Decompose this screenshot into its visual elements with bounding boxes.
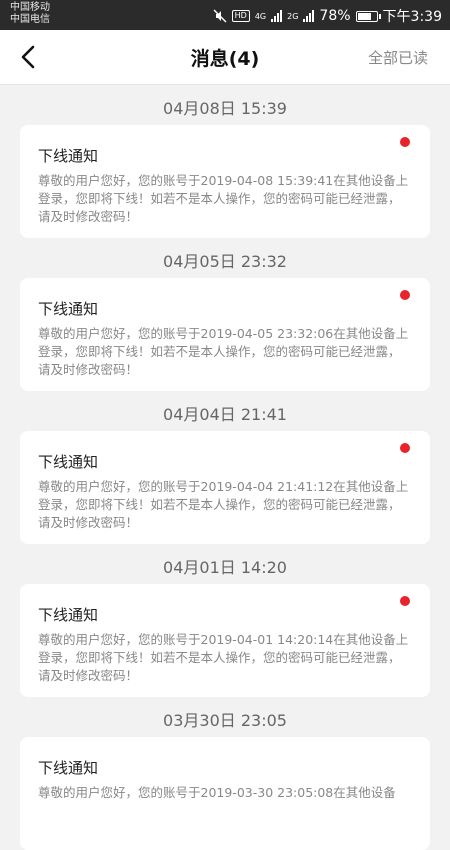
message-group: 04月01日 14:20 下线通知尊敬的用户您好，您的账号于2019-04-01 … xyxy=(0,544,450,697)
battery-icon xyxy=(355,10,381,22)
message-card[interactable]: 下线通知尊敬的用户您好，您的账号于2019-04-04 21:41:12在其他设… xyxy=(20,431,430,544)
message-title: 下线通知 xyxy=(38,453,99,471)
nav-header: 消息(4) 全部已读 xyxy=(0,30,450,85)
message-title: 下线通知 xyxy=(38,606,99,624)
message-card[interactable]: 下线通知尊敬的用户您好，您的账号于2019-03-30 23:05:08在其他设… xyxy=(20,737,430,850)
message-group: 04月08日 15:39 下线通知尊敬的用户您好，您的账号于2019-04-08 … xyxy=(0,85,450,238)
message-body: 尊敬的用户您好，您的账号于2019-04-08 15:39:41在其他设备上登录… xyxy=(38,173,409,224)
unread-dot-icon xyxy=(400,596,410,606)
mute-icon xyxy=(213,9,227,23)
status-bar: 中国移动 中国电信 HD 4G 2G 78% 下午3:39 xyxy=(0,0,450,30)
message-title: 下线通知 xyxy=(38,300,99,318)
message-time: 04月01日 14:20 xyxy=(163,558,287,577)
battery-percent: 78% xyxy=(319,8,351,24)
message-body: 尊敬的用户您好，您的账号于2019-04-04 21:41:12在其他设备上登录… xyxy=(38,479,409,530)
message-time: 03月30日 23:05 xyxy=(163,711,287,730)
message-card[interactable]: 下线通知尊敬的用户您好，您的账号于2019-04-08 15:39:41在其他设… xyxy=(20,125,430,238)
message-body: 尊敬的用户您好，您的账号于2019-03-30 23:05:08在其他设备 xyxy=(38,785,396,800)
message-time: 04月04日 21:41 xyxy=(163,405,287,424)
unread-dot-icon xyxy=(400,443,410,453)
battery-fill xyxy=(357,12,371,20)
clock: 下午3:39 xyxy=(382,9,442,25)
message-body: 尊敬的用户您好，您的账号于2019-04-01 14:20:14在其他设备上登录… xyxy=(38,632,409,683)
signal-icon-1 xyxy=(271,10,283,22)
message-card[interactable]: 下线通知尊敬的用户您好，您的账号于2019-04-01 14:20:14在其他设… xyxy=(20,584,430,697)
unread-dot-icon xyxy=(400,137,410,147)
message-time: 04月05日 23:32 xyxy=(163,252,287,271)
unread-dot-icon xyxy=(400,290,410,300)
message-title: 下线通知 xyxy=(38,759,99,777)
network-4g-label: 4G xyxy=(254,11,267,21)
status-icons: HD 4G 2G 78% 下午3:39 xyxy=(213,6,442,26)
message-group: 04月05日 23:32 下线通知尊敬的用户您好，您的账号于2019-04-05 … xyxy=(0,238,450,391)
carrier-1: 中国移动 xyxy=(10,2,50,13)
message-title: 下线通知 xyxy=(38,147,99,165)
carrier-2: 中国电信 xyxy=(10,14,50,25)
message-time: 04月08日 15:39 xyxy=(163,99,287,118)
message-group: 03月30日 23:05 下线通知尊敬的用户您好，您的账号于2019-03-30 … xyxy=(0,697,450,850)
signal-icon-2 xyxy=(303,10,315,22)
message-card[interactable]: 下线通知尊敬的用户您好，您的账号于2019-04-05 23:32:06在其他设… xyxy=(20,278,430,391)
message-list: 04月08日 15:39 下线通知 尊敬的用户您好，您的账号于2019-04-08 … xyxy=(0,85,450,850)
network-2g-label: 2G xyxy=(287,11,299,21)
message-group: 04月04日 21:41 下线通知尊敬的用户您好，您的账号于2019-04-04 … xyxy=(0,391,450,544)
hd-badge: HD xyxy=(231,10,250,22)
message-body: 尊敬的用户您好，您的账号于2019-04-05 23:32:06在其他设备上登录… xyxy=(38,326,409,377)
carrier-info: 中国移动 中国电信 xyxy=(10,2,50,26)
mark-all-read-button[interactable]: 全部已读 xyxy=(368,47,428,68)
